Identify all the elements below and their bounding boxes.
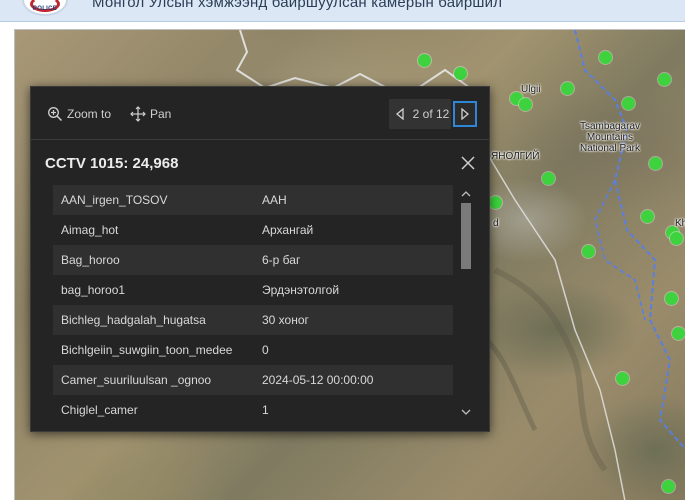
- zoom-to-button[interactable]: Zoom to: [47, 103, 111, 125]
- map-label-edge-kh: Kh: [675, 218, 685, 229]
- terrain-ridge: [493, 267, 608, 472]
- map-label-tsambagarav: Tsambagarav Mountains National Park: [575, 121, 645, 154]
- map-marker[interactable]: [418, 54, 431, 67]
- attribute-value: Эрдэнэтолгой: [262, 283, 340, 297]
- police-logo: POLICE: [22, 0, 68, 16]
- map-label-road: ЯНОЛГИЙ: [491, 151, 540, 162]
- map-marker[interactable]: [519, 98, 532, 111]
- table-row: Bichleg_hadgalah_hugatsa 30 хоног: [53, 305, 453, 335]
- attribute-value: 6-р баг: [262, 253, 301, 267]
- country-border: [235, 30, 471, 92]
- table-row: AAN_irgen_TOSOV ААН: [53, 185, 453, 215]
- popup-toolbar: Zoom to Pan 2 of 12: [31, 87, 489, 139]
- table-row: Chiglel_camer 1: [53, 395, 453, 425]
- map-marker[interactable]: [662, 480, 675, 493]
- map-marker[interactable]: [616, 372, 629, 385]
- attribute-key: Camer_suuriluulsan _ognoo: [61, 373, 212, 387]
- app-header: POLICE Монгол Улсын хэмжээнд байршуулсан…: [0, 0, 685, 22]
- popup-title: CCTV 1015: 24,968: [45, 155, 179, 172]
- attribute-key: Aimag_hot: [61, 223, 119, 237]
- map-marker[interactable]: [670, 232, 683, 245]
- map-marker[interactable]: [454, 67, 467, 80]
- attribute-key: Bichleg_hadgalah_hugatsa: [61, 313, 206, 327]
- river-line: [574, 30, 685, 451]
- move-icon: [130, 106, 146, 122]
- table-row: Aimag_hot Архангай: [53, 215, 453, 245]
- pan-button[interactable]: Pan: [130, 103, 171, 125]
- attribute-value: 2024-05-12 00:00:00: [262, 373, 374, 387]
- chevron-up-icon[interactable]: [461, 189, 471, 199]
- close-icon: [461, 156, 475, 170]
- pager-count: 2 of 12: [411, 99, 451, 129]
- page-title: Монгол Улсын хэмжээнд байршуулсан камеры…: [92, 0, 503, 11]
- map-label-tsambagarav-text: Tsambagarav Mountains National Park: [579, 121, 641, 154]
- map-marker[interactable]: [622, 97, 635, 110]
- chevron-down-icon[interactable]: [461, 407, 471, 417]
- logo-text: POLICE: [32, 6, 58, 12]
- table-row: Bichlgeiin_suwgiin_toon_medee 0: [53, 335, 453, 365]
- zoom-to-label: Zoom to: [67, 107, 112, 121]
- attribute-key: AAN_irgen_TOSOV: [61, 193, 168, 207]
- attribute-key: Bichlgeiin_suwgiin_toon_medee: [61, 343, 233, 357]
- chevron-left-icon: [395, 108, 404, 120]
- map-marker[interactable]: [641, 210, 654, 223]
- map-marker[interactable]: [658, 73, 671, 86]
- map-marker[interactable]: [542, 172, 555, 185]
- attribute-key: Bag_horoo: [61, 253, 120, 267]
- attribute-key: Chiglel_camer: [61, 403, 138, 417]
- chevron-right-icon: [461, 108, 470, 120]
- table-row: bag_horoo1 Эрдэнэтолгой: [53, 275, 453, 305]
- map-marker[interactable]: [665, 292, 678, 305]
- attribute-key: bag_horoo1: [61, 283, 126, 297]
- map-marker[interactable]: [582, 245, 595, 258]
- feature-pager: 2 of 12: [389, 99, 477, 129]
- attribute-table: AAN_irgen_TOSOV ААН Aimag_hot Архангай B…: [53, 185, 453, 425]
- pan-label: Pan: [150, 107, 172, 121]
- zoom-in-icon: [48, 107, 63, 122]
- map-marker[interactable]: [672, 327, 685, 340]
- map-marker[interactable]: [599, 51, 612, 64]
- map-marker[interactable]: [649, 157, 662, 170]
- toolbar-divider: [31, 139, 489, 140]
- popup-scrollbar[interactable]: [458, 185, 474, 421]
- previous-feature-button[interactable]: [389, 99, 411, 129]
- map-marker[interactable]: [489, 196, 502, 209]
- attribute-value: 0: [262, 343, 269, 357]
- table-row: Camer_suuriluulsan _ognoo 2024-05-12 00:…: [53, 365, 453, 395]
- map-label-ulgii: Ulgii: [521, 84, 541, 95]
- next-feature-button[interactable]: [453, 101, 477, 127]
- attribute-value: 30 хоног: [262, 313, 309, 327]
- close-button[interactable]: [460, 155, 476, 171]
- scroll-thumb[interactable]: [461, 203, 471, 269]
- attribute-value: ААН: [262, 193, 287, 207]
- map-label-edge-d: d: [493, 218, 499, 229]
- attribute-value: 1: [262, 403, 269, 417]
- map-marker[interactable]: [561, 82, 574, 95]
- feature-popup: Zoom to Pan 2 of 12 CCTV 1015: 24,968 AA…: [30, 86, 490, 432]
- attribute-value: Архангай: [262, 223, 314, 237]
- table-row: Bag_horoo 6-р баг: [53, 245, 453, 275]
